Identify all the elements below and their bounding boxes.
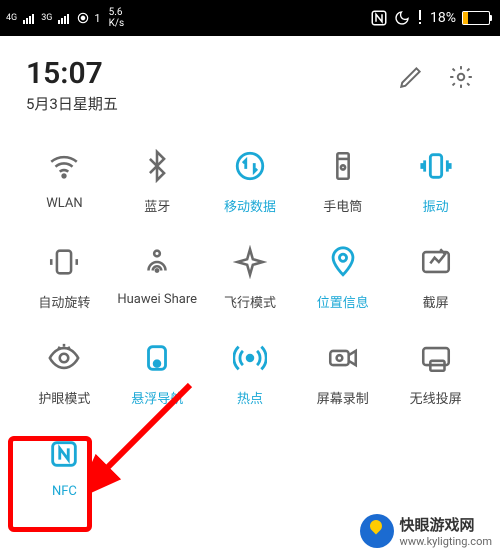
signal-bars-icon: [58, 12, 72, 24]
watermark-name: 快眼游戏网: [400, 516, 475, 534]
clock-time: 15:07: [26, 56, 118, 91]
rotate-lock-icon: [44, 242, 84, 282]
net-speed: 5.6 K/s: [109, 7, 125, 29]
tile-label: 截屏: [423, 292, 449, 311]
moon-icon: [394, 10, 410, 26]
share-icon: [137, 242, 177, 282]
tile-wireless-cast[interactable]: 无线投屏: [389, 324, 482, 420]
time-date: 15:07 5月3日星期五: [26, 56, 118, 114]
tile-mobile-data[interactable]: 移动数据: [204, 132, 297, 228]
edit-icon[interactable]: [398, 64, 424, 90]
location-icon: [323, 242, 363, 282]
tile-label: 无线投屏: [410, 388, 462, 407]
record-icon: [323, 338, 363, 378]
tiles-grid: WLAN 蓝牙 移动数据 手电筒 振动 自动旋转 Huawei Share: [18, 132, 482, 516]
bluetooth-icon: [137, 146, 177, 186]
battery-icon: [462, 11, 490, 25]
tile-location[interactable]: 位置信息: [296, 228, 389, 324]
tile-label: 飞行模式: [224, 292, 276, 311]
status-left: 4G 3G 1 5.6 K/s: [6, 7, 124, 29]
hotspot-icon: [230, 338, 270, 378]
tile-label: 蓝牙: [144, 196, 170, 215]
status-right: 18%: [370, 9, 490, 27]
tile-label: 热点: [237, 388, 263, 407]
tile-label: WLAN: [46, 196, 82, 211]
watermark: 快眼游戏网 www.kyligting.com: [360, 514, 492, 548]
net-3g-label: 3G: [41, 13, 52, 23]
tile-flashlight[interactable]: 手电筒: [296, 132, 389, 228]
watermark-url: www.kyligting.com: [400, 535, 492, 548]
tile-nfc[interactable]: NFC: [18, 420, 111, 516]
float-nav-icon: [137, 338, 177, 378]
tile-huawei-share[interactable]: Huawei Share: [111, 228, 204, 324]
tile-label: 自动旋转: [38, 292, 90, 311]
notif-count: 1: [94, 12, 100, 25]
tile-hotspot[interactable]: 热点: [204, 324, 297, 420]
tile-label: 移动数据: [224, 196, 276, 215]
tile-wlan[interactable]: WLAN: [18, 132, 111, 228]
tile-screenshot[interactable]: 截屏: [389, 228, 482, 324]
status-bar: 4G 3G 1 5.6 K/s 18%: [0, 0, 500, 36]
tile-vibrate[interactable]: 振动: [389, 132, 482, 228]
tile-label: 护眼模式: [38, 388, 90, 407]
quick-settings-panel: 15:07 5月3日星期五 WLAN 蓝牙 移动数据 手电筒 振动: [6, 36, 494, 524]
battery-percent: 18%: [430, 10, 456, 26]
tile-label: NFC: [52, 484, 77, 499]
tile-label: 位置信息: [317, 292, 369, 311]
tile-bluetooth[interactable]: 蓝牙: [111, 132, 204, 228]
tile-label: 振动: [423, 196, 449, 215]
nfc-icon: [370, 9, 388, 27]
wifi-icon: [44, 146, 84, 186]
clock-date: 5月3日星期五: [26, 93, 118, 114]
tile-label: 屏幕录制: [317, 388, 369, 407]
tile-airplane[interactable]: 飞行模式: [204, 228, 297, 324]
tile-auto-rotate[interactable]: 自动旋转: [18, 228, 111, 324]
tile-label: 悬浮导航: [131, 388, 183, 407]
tile-label: Huawei Share: [117, 292, 197, 307]
watermark-logo-icon: [360, 514, 394, 548]
tile-label: 手电筒: [323, 196, 362, 215]
gear-icon[interactable]: [448, 64, 474, 90]
nfc-tile-icon: [44, 434, 84, 474]
tile-eye-comfort[interactable]: 护眼模式: [18, 324, 111, 420]
voice-icon: [76, 11, 90, 25]
battery-alert-icon: [416, 10, 424, 26]
panel-header: 15:07 5月3日星期五: [18, 50, 482, 132]
flashlight-icon: [323, 146, 363, 186]
tile-float-nav[interactable]: 悬浮导航: [111, 324, 204, 420]
eye-icon: [44, 338, 84, 378]
mobile-data-icon: [230, 146, 270, 186]
screenshot-icon: [416, 242, 456, 282]
signal-bars-icon: [23, 12, 37, 24]
tile-screen-record[interactable]: 屏幕录制: [296, 324, 389, 420]
net-4g-label: 4G: [6, 13, 17, 23]
vibrate-icon: [416, 146, 456, 186]
airplane-icon: [230, 242, 270, 282]
cast-icon: [416, 338, 456, 378]
